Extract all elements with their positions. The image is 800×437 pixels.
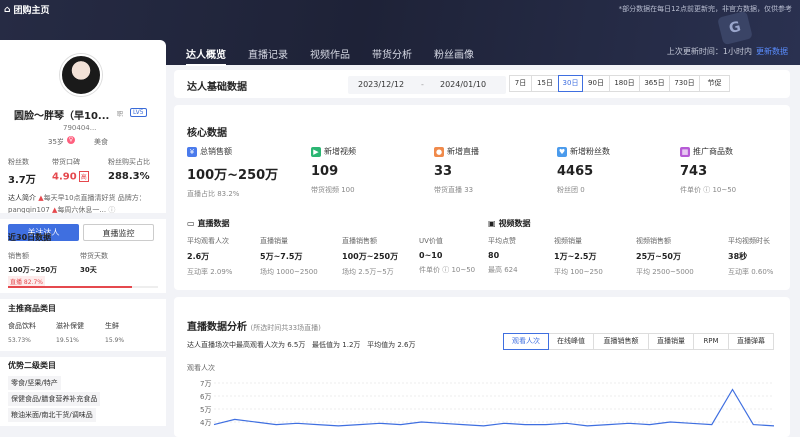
level-badge: LV5	[130, 108, 147, 117]
stat-reputation: 带货口碑 4.90 高	[52, 158, 89, 183]
divider	[0, 351, 166, 357]
home-link[interactable]: ⌂ 团购主页	[4, 3, 50, 17]
live-monitor-button[interactable]: 直播监控	[83, 224, 154, 241]
metric-1: ▶ 新增视频 109 带货视频 100	[311, 146, 356, 194]
metric-button-3[interactable]: 直播销量	[648, 333, 694, 350]
category-pct: 15.9%	[105, 337, 125, 344]
category-chip: 零食/坚果/特产	[8, 376, 61, 390]
category-pct: 53.73%	[8, 337, 31, 344]
category-pct: 19.51%	[56, 337, 79, 344]
metric-icon: ●	[434, 146, 444, 157]
tab-4[interactable]: 粉丝画像	[434, 46, 474, 66]
range-selector: 7日 15日 30日 90日 180日 365日 730日 节促	[509, 75, 730, 92]
range-4[interactable]: 180日	[609, 75, 640, 92]
stat-fans: 粉丝数 3.7万	[8, 158, 36, 186]
home-label: 团购主页	[13, 6, 50, 16]
live-stat-3: UV价值 0~10 件单价 ⓘ 10~50	[419, 237, 476, 274]
date-range-picker[interactable]: 2023/12/12 - 2024/01/10	[348, 76, 506, 94]
profile-age: 35岁	[48, 138, 64, 146]
recent30-sales: 销售额 100万~250万	[8, 252, 58, 274]
y-tick-label: 5万	[200, 406, 211, 414]
range-2[interactable]: 30日	[558, 75, 583, 92]
core-data-title: 核心数据	[187, 128, 227, 139]
category-name: 食品饮料	[8, 322, 36, 330]
metric-button-0[interactable]: 观看人次	[503, 333, 549, 350]
video-stat-3: 平均视频时长 38秒 互动率 0.60%	[728, 237, 774, 276]
basic-data-title: 达人基础数据	[187, 82, 247, 93]
avatar	[60, 54, 102, 96]
video-icon: ▣	[488, 219, 496, 228]
live-stat-2: 直播销售额 100万~250万 场均 2.5万~5万	[342, 237, 399, 276]
metric-button-2[interactable]: 直播销售额	[593, 333, 649, 350]
category-chip: 保健食品/膳食营养补充食品	[8, 392, 101, 406]
y-tick-label: 7万	[200, 380, 211, 388]
secondary-categories-title: 优势二级类目	[8, 361, 56, 370]
video-data-title: ▣ 视频数据	[488, 219, 531, 228]
analysis-summary: 达人直播场次中最高观看人次为 6.5万 最低值为 1.2万 平均值为 2.6万	[187, 341, 416, 349]
metric-button-4[interactable]: RPM	[693, 333, 729, 350]
category-name: 滋补保健	[56, 322, 84, 330]
metric-icon: ¥	[187, 146, 197, 157]
update-data-link[interactable]: 更新数据	[756, 47, 788, 56]
category-name: 生鲜	[105, 322, 119, 330]
basic-data-card: 达人基础数据 2023/12/12 - 2024/01/10 7日 15日 30日 9…	[174, 70, 790, 98]
date-end: 2024/01/10	[440, 80, 487, 89]
metric-3: ♥ 新增粉丝数 4465 粉丝团 0	[557, 146, 610, 194]
tab-2[interactable]: 视频作品	[310, 46, 350, 66]
metric-icon: ♥	[557, 146, 567, 157]
profile-id: 790404...	[63, 124, 97, 132]
metric-0: ¥ 总销售额 100万~250万 直播占比 83.2%	[187, 146, 279, 198]
metric-icon: ▶	[311, 146, 321, 157]
range-0[interactable]: 7日	[509, 75, 532, 92]
verified-badge: 职	[117, 111, 124, 118]
update-time: 上次更新时间：1小时内	[666, 47, 752, 56]
tab-3[interactable]: 带货分析	[372, 46, 412, 66]
line-chart: 7万6万5万4万	[200, 380, 775, 427]
nav-tabs: 达人概览 直播记录 视频作品 带货分析 粉丝画像	[186, 46, 474, 66]
tab-0[interactable]: 达人概览	[186, 46, 226, 66]
video-stat-0: 平均点赞 80 最高 624	[488, 237, 518, 274]
metric-toggle: 观看人次 在线峰值 直播销售额 直播销量 RPM 直播弹幕	[503, 333, 774, 350]
brand-badge: G	[717, 10, 753, 46]
female-icon: ♀	[67, 136, 75, 144]
range-5[interactable]: 365日	[639, 75, 670, 92]
metric-icon: ▦	[680, 146, 690, 157]
category-chip: 粮油米面/南北干货/调味品	[8, 408, 96, 422]
live-analysis-card: 直播数据分析 (所选时间共33场直播) 达人直播场次中最高观看人次为 6.5万 …	[174, 297, 790, 437]
live-data-title: ▭ 直播数据	[187, 219, 230, 228]
y-tick-label: 6万	[200, 393, 211, 401]
y-axis-label: 观看人次	[187, 364, 215, 372]
series-line	[213, 388, 775, 427]
range-3[interactable]: 90日	[582, 75, 610, 92]
live-stat-0: 平均观看人次 2.6万 互动率 2.09%	[187, 237, 233, 276]
data-notice: *部分数据在每日12点前更新完，非官方数据，仅供参考	[618, 5, 792, 13]
divider	[0, 293, 166, 299]
core-data-card: 核心数据 ¥ 总销售额 100万~250万 直播占比 83.2% ▶ 新增视频 109 带货视…	[174, 105, 790, 290]
main-categories-title: 主推商品类目	[8, 304, 56, 313]
metric-button-5[interactable]: 直播弹幕	[728, 333, 774, 350]
tab-1[interactable]: 直播记录	[248, 46, 288, 66]
update-info: 上次更新时间：1小时内 更新数据	[667, 46, 788, 57]
live-share-bar	[8, 286, 158, 288]
high-tag: 高	[78, 171, 89, 182]
recent30-days: 带货天数 30天	[80, 252, 108, 274]
stat-fan-purchase: 粉丝购买占比 288.3%	[108, 158, 150, 182]
live-stat-1: 直播销量 5万~7.5万 场均 1000~2500	[260, 237, 318, 276]
video-stat-1: 视频销量 1万~2.5万 平均 100~250	[554, 237, 603, 276]
metric-4: ▦ 推广商品数 743 件单价 ⓘ 10~50	[680, 146, 737, 194]
range-6[interactable]: 730日	[669, 75, 700, 92]
live-icon: ▭	[187, 219, 195, 228]
range-1[interactable]: 15日	[531, 75, 559, 92]
video-stat-2: 视频销售额 25万~50万 平均 2500~5000	[636, 237, 694, 276]
range-7[interactable]: 节促	[699, 75, 730, 92]
metric-button-1[interactable]: 在线峰值	[548, 333, 594, 350]
profile-category: 美食	[94, 138, 108, 146]
home-icon: ⌂	[4, 4, 11, 15]
recent30-title: 近30日数据	[8, 233, 52, 242]
date-start: 2023/12/12	[358, 80, 405, 89]
analysis-title: 直播数据分析 (所选时间共33场直播)	[187, 322, 321, 333]
profile-name: 圆脸～胖琴（早10...	[14, 111, 110, 122]
divider	[0, 213, 166, 219]
metric-2: ● 新增直播 33 带货直播 33	[434, 146, 479, 194]
